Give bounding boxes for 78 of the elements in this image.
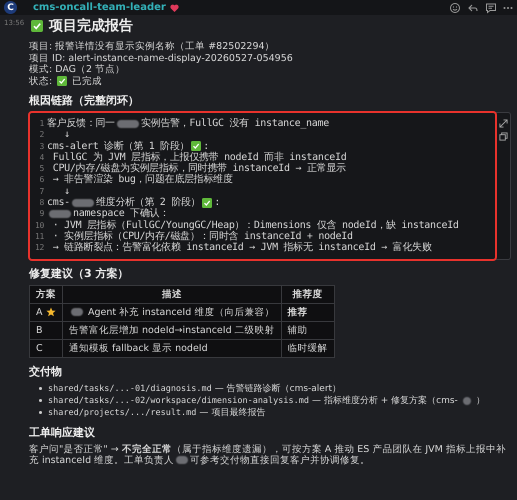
message-title: 项目完成报告 [49, 17, 133, 35]
check-icon [191, 141, 202, 152]
section-heading: 修复建议（3 方案） [29, 266, 130, 281]
code-text: 实例告警，FullGC 没有 instance_name [140, 118, 329, 130]
heart-icon [170, 4, 179, 12]
code-text: cms-alert 诊断（第 1 阶段） [47, 140, 190, 152]
line-number: 11 [34, 230, 44, 242]
section-heading: 根因链路（完整闭环） [29, 93, 140, 108]
info-label: 项目 ID: [29, 52, 66, 64]
plan-description: 通知模板 fallback 显示 nodeId [69, 342, 208, 355]
info-label: 状态: [29, 76, 52, 87]
check-icon [202, 198, 212, 208]
info-label: 项目: [29, 41, 52, 52]
file-description: ） [476, 394, 485, 407]
code-text: : [203, 140, 210, 152]
recommendation-level: 推荐 [288, 306, 308, 318]
info-value: 已完成 [72, 76, 102, 87]
emoji-reaction-icon[interactable] [449, 2, 461, 14]
copy-icon[interactable] [499, 132, 508, 141]
line-number: 5 [38, 163, 44, 174]
line-number: 7 [38, 186, 44, 198]
code-text: ↓ [63, 129, 70, 141]
check-icon [31, 20, 43, 32]
code-text: cms- [47, 197, 70, 208]
plan-label: B [36, 324, 43, 336]
plan-description: 告警富化层增加 nodeId→instanceId 二级映射 [69, 324, 275, 337]
line-number: 4 [38, 152, 44, 164]
avatar[interactable]: C [4, 1, 17, 14]
line-number: 1 [38, 118, 44, 130]
info-value: 报警详情没有显示实例名称（工单 #82502294） [55, 41, 275, 52]
plan-label: A [36, 306, 42, 318]
line-number: 12 [34, 242, 44, 254]
line-number: 3 [38, 140, 44, 152]
info-label: 模式: [29, 64, 52, 76]
code-text: · JVM 层指标（FullGC/YoungGC/Heap）：Dimensions 仅含 nodeId，缺 instanceId [52, 220, 459, 231]
column-header: 描述 [62, 285, 282, 304]
file-description: — 项目最终报告 [199, 406, 266, 419]
response-text: 客户问"是否正常" → 不完全正常（属于指标维度遗漏），可按方案 A 推动 ES 产品团队在 JVM 指标上报中补充 instanceId 维度。工单负责人 可参考交付物直接回复客户并协调修复。 [29, 444, 507, 467]
redacted-text [116, 120, 139, 128]
reply-icon[interactable] [467, 2, 479, 14]
section-heading: 工单响应建议 [29, 424, 96, 440]
code-text: → 链路断裂点：告警富化依赖 instanceId → JVM 指标无 instanceId → 富化失败 [52, 242, 432, 254]
line-number: 8 [38, 197, 44, 208]
code-text: 维度分析（第 2 阶段） [96, 197, 200, 208]
redacted-text [462, 396, 471, 405]
code-text: 客户反馈：同一 [47, 118, 115, 130]
redacted-text [72, 198, 94, 207]
file-description: — 告警链路诊断（cms-alert） [214, 382, 342, 395]
line-number: 10 [34, 220, 44, 231]
comment-icon[interactable] [485, 2, 497, 14]
plan-label: C [36, 342, 43, 354]
code-text: · 实例层指标（CPU/内存/磁盘）：同时含 instanceId + nodeId [52, 230, 353, 242]
redacted-text [49, 210, 71, 218]
code-text: ↓ [63, 186, 70, 198]
section-heading: 交付物 [29, 364, 63, 379]
file-path: shared/tasks/...-02/workspace/dimension-analysis.md [48, 394, 309, 407]
file-path: shared/projects/.../result.md [48, 406, 196, 419]
recommendation-level: 临时缓解 [288, 342, 328, 354]
recommendation-level: 辅助 [288, 324, 308, 336]
line-number: 2 [38, 129, 44, 141]
redacted-text [71, 308, 83, 316]
line-number: 6 [38, 174, 44, 186]
code-text: → 非告警渲染 bug，问题在底层指标维度 [52, 174, 233, 186]
sender-name[interactable]: cms-oncall-team-leader [33, 2, 166, 13]
line-number: 9 [38, 208, 44, 220]
expand-icon[interactable] [499, 119, 508, 128]
code-text: namespace 下确认： [73, 208, 170, 220]
column-header: 推荐度 [281, 285, 334, 304]
code-text: : [214, 197, 220, 208]
plan-description: Agent 补充 instanceId 维度（向后兼容） [88, 306, 274, 319]
info-value: DAG（2 节点） [55, 64, 126, 76]
code-text: FullGC 为 JVM 层指标，上报仅携带 nodeId 而非 instanceId [52, 152, 346, 163]
file-path: shared/tasks/...-01/diagnosis.md [48, 382, 212, 395]
info-value: alert-instance-name-display-20260527-054956 [68, 52, 293, 64]
check-icon [57, 76, 68, 86]
code-text: CPU/内存/磁盘为实例层指标，同时携带 instanceId → 正常显示 [52, 163, 346, 174]
file-description: — 指标维度分析 + 修复方案（cms- [312, 394, 458, 407]
column-header: 方案 [30, 285, 62, 304]
